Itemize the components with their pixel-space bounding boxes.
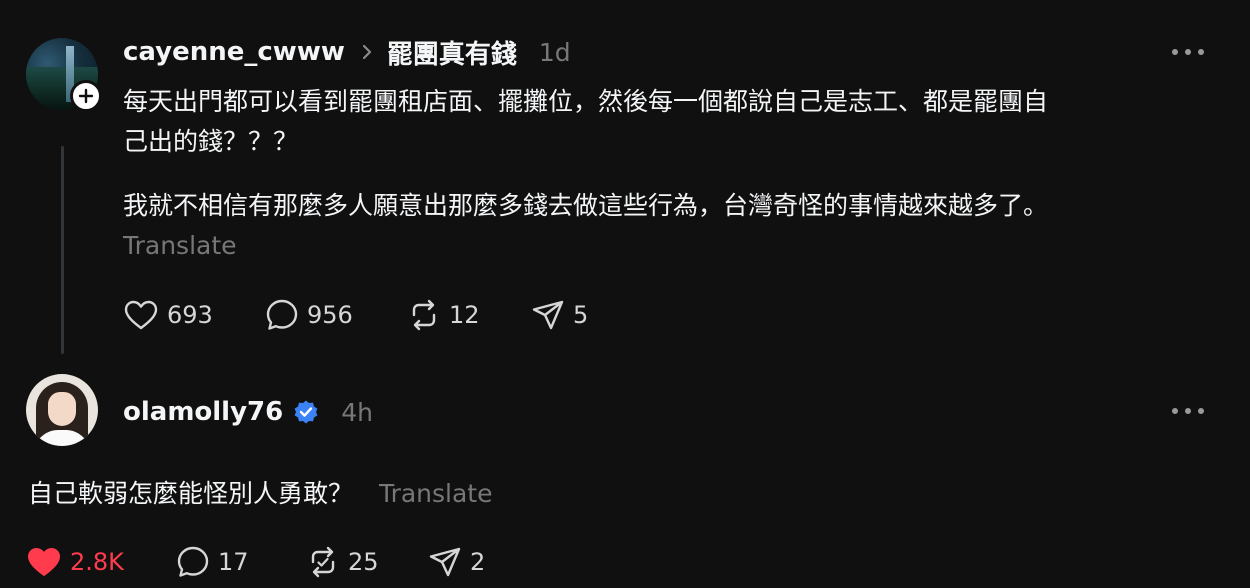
reply-like-count: 2.8K (70, 548, 124, 576)
post-more-button[interactable] (1172, 46, 1204, 58)
post-text-line2: 己出的錢？？？ (123, 127, 299, 156)
share-button[interactable]: 5 (531, 298, 588, 332)
reply-reply-button[interactable]: 17 (176, 545, 306, 579)
reply-text: 自己軟弱怎麼能怪別人勇敢？ (28, 479, 354, 508)
post-actions: 693 956 12 5 (123, 295, 588, 335)
more-icon (1172, 49, 1178, 55)
reply-actions: 2.8K 17 25 2 (26, 542, 485, 582)
repost-count: 12 (449, 301, 480, 329)
like-count: 693 (167, 301, 213, 329)
heart-icon (124, 300, 158, 330)
heart-icon (28, 548, 60, 576)
thread-connector-line (61, 146, 64, 354)
threads-page: cayenne_cwww 罷團真有錢 1d 每天出門都可以看到罷團租店面、擺攤位… (0, 0, 1250, 588)
reply-count: 956 (307, 301, 353, 329)
post-body-paragraph2: 我就不相信有那麼多人願意出那麼多錢去做這些行為，台灣奇怪的事情越來越多了。 Tr… (123, 186, 1203, 266)
reply-repost-count: 25 (348, 548, 379, 576)
like-button[interactable]: 693 (123, 299, 265, 331)
reply-repost-button[interactable]: 25 (306, 545, 428, 579)
reply-like-button[interactable]: 2.8K (26, 546, 176, 578)
share-icon (429, 547, 461, 577)
comment-icon (177, 546, 209, 577)
reply-button[interactable]: 956 (265, 298, 407, 332)
post-header: cayenne_cwww 罷團真有錢 1d (123, 34, 571, 70)
avatar-olamolly[interactable] (26, 374, 98, 446)
verified-badge-icon (293, 399, 319, 425)
repost-button[interactable]: 12 (407, 298, 531, 332)
reply-body: 自己軟弱怎麼能怪別人勇敢？ Translate (28, 474, 492, 514)
post-translate-link[interactable]: Translate (123, 226, 1203, 266)
post-body: 每天出門都可以看到罷團租店面、擺攤位，然後每一個都說自己是志工、都是罷團自 己出… (123, 82, 1203, 162)
reply-translate-link[interactable]: Translate (379, 479, 493, 508)
comment-icon (266, 299, 298, 330)
reply-header: olamolly76 4h (123, 394, 373, 430)
share-count: 5 (573, 301, 589, 329)
plus-icon (78, 88, 94, 104)
share-icon (532, 300, 564, 330)
follow-plus-button[interactable] (70, 80, 102, 112)
reply-username[interactable]: olamolly76 (123, 397, 283, 427)
post-username[interactable]: cayenne_cwww (123, 37, 345, 67)
repost-icon (412, 299, 436, 331)
more-icon (1172, 408, 1178, 414)
post-time: 1d (538, 37, 571, 67)
reply-time: 4h (341, 397, 373, 427)
post-text-line3: 我就不相信有那麼多人願意出那麼多錢去做這些行為，台灣奇怪的事情越來越多了。 (123, 191, 1049, 220)
reply-reply-count: 17 (218, 548, 249, 576)
reply-more-button[interactable] (1172, 405, 1204, 417)
reply-share-button[interactable]: 2 (428, 545, 485, 579)
chevron-right-icon (361, 43, 373, 61)
reply-share-count: 2 (470, 548, 486, 576)
post-topic-tag[interactable]: 罷團真有錢 (387, 34, 517, 71)
repost-icon (311, 546, 335, 578)
post-text-line1: 每天出門都可以看到罷團租店面、擺攤位，然後每一個都說自己是志工、都是罷團自 (123, 87, 1049, 116)
